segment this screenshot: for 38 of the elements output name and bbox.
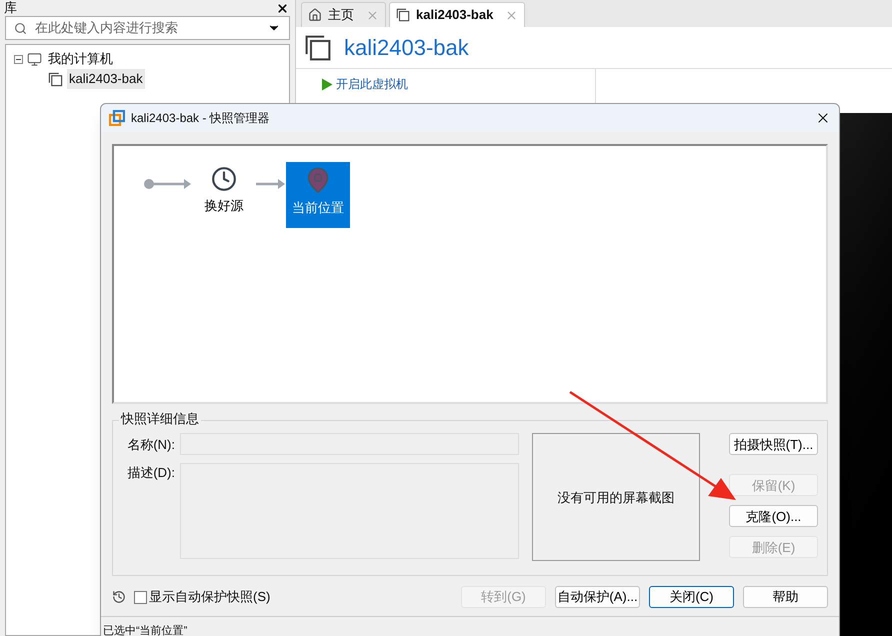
clock-icon: [211, 166, 237, 192]
group-title: 快照详细信息: [119, 412, 201, 426]
action-button[interactable]: 拍摄快照(T)...: [729, 433, 818, 456]
tab[interactable]: 主页: [301, 2, 386, 27]
field-label: 名称(N):: [126, 436, 175, 454]
action-button[interactable]: 克隆(O)...: [729, 505, 818, 528]
history-icon: [112, 590, 126, 604]
play-icon: [321, 78, 333, 90]
close-icon[interactable]: [276, 2, 289, 14]
search-bar[interactable]: 在此处键入内容进行搜索: [5, 16, 290, 40]
tree-item[interactable]: kali2403-bak: [67, 69, 145, 89]
virtual-machine-icon: [304, 34, 332, 62]
virtual-machine-icon: [396, 8, 410, 22]
dialog-title: kali2403-bak - 快照管理器: [131, 110, 271, 127]
autoprotect-checkbox[interactable]: [134, 590, 147, 604]
status-text: 已选中“当前位置”: [103, 625, 188, 636]
home-icon: [308, 8, 322, 22]
snapshot-node[interactable]: 当前位置: [286, 162, 350, 228]
search-field[interactable]: 在此处键入内容进行搜索: [35, 18, 259, 38]
field-label: 描述(D):: [126, 464, 175, 482]
dialog-button[interactable]: 帮助: [743, 586, 828, 608]
dialog-button[interactable]: 关闭(C): [649, 586, 734, 608]
computer-icon: [27, 52, 42, 66]
panel-title: 库: [4, 1, 17, 15]
action-link[interactable]: 开启此虚拟机: [336, 75, 408, 93]
vm-title: kali2403-bak: [344, 34, 469, 62]
dialog-button[interactable]: 自动保护(A)...: [555, 586, 640, 608]
tree-item[interactable]: 我的计算机: [46, 49, 115, 69]
connector-arrow: [256, 178, 286, 190]
search-icon: [14, 22, 27, 34]
collapse-toggle[interactable]: [14, 54, 23, 64]
virtual-machine-icon: [48, 72, 63, 86]
close-tab-icon[interactable]: [505, 8, 518, 22]
app-icon: [109, 110, 125, 126]
tab[interactable]: kali2403-bak: [389, 2, 526, 27]
checkbox-label: 显示自动保护快照(S): [149, 588, 272, 606]
screenshot-preview: 没有可用的屏幕截图: [532, 433, 700, 562]
timeline-start-connector: [144, 178, 192, 190]
